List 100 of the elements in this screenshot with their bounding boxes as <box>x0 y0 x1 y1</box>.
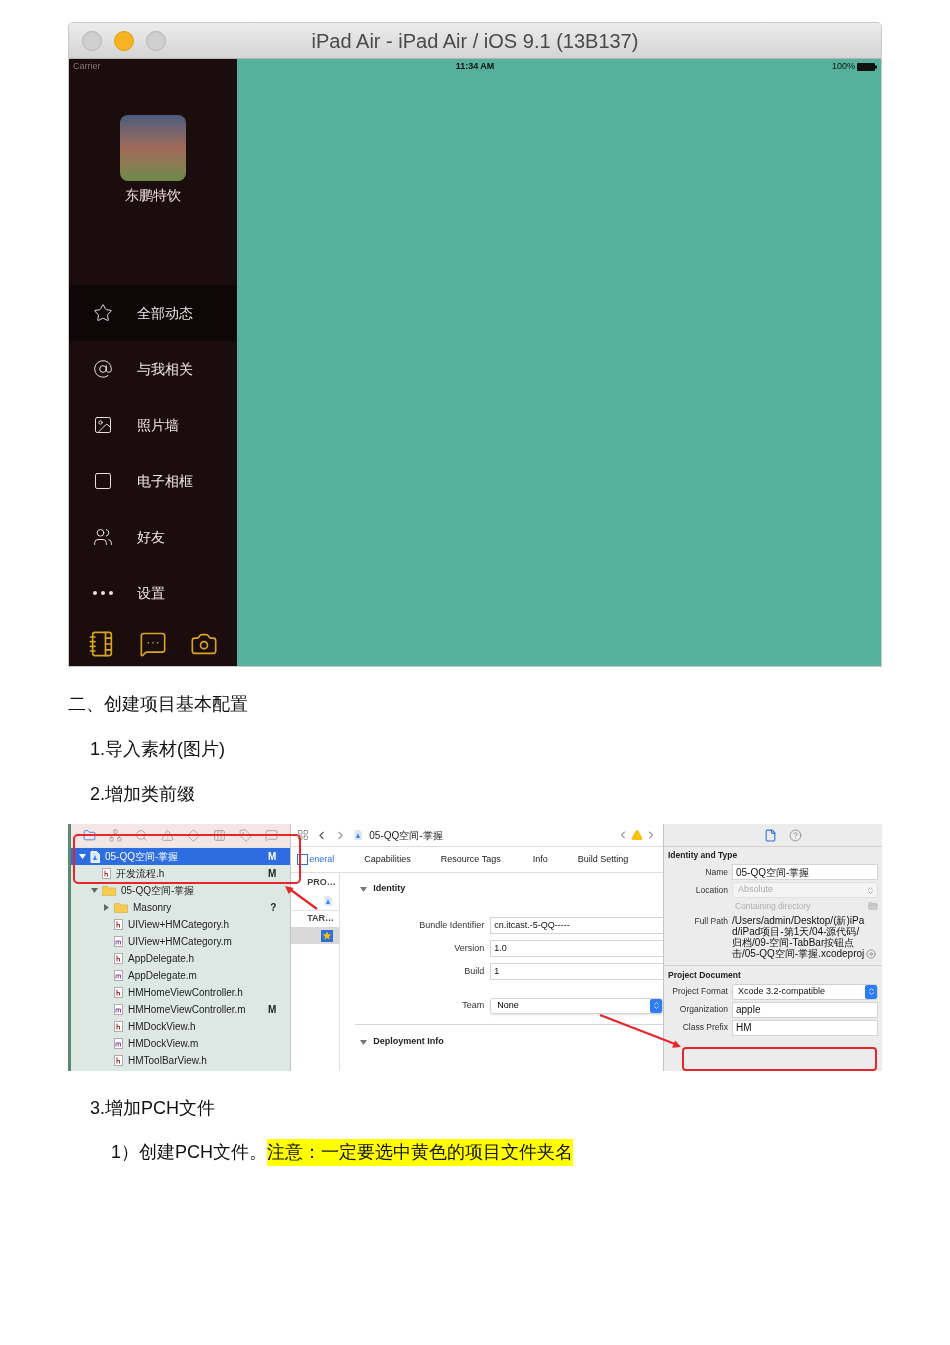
people-icon <box>93 527 113 547</box>
menu-label: 与我相关 <box>137 359 193 379</box>
step-heading: 3.增加PCH文件 <box>90 1097 216 1120</box>
inspector-section-title: Project Document <box>668 968 742 982</box>
editor-tab[interactable]: Resource Tags <box>440 852 501 867</box>
inspector-text-field[interactable]: apple <box>732 1001 878 1018</box>
file-name: HMDockView.m <box>128 1037 199 1051</box>
file-name: 开发流程.h <box>116 867 165 881</box>
header-file-icon <box>114 1055 123 1066</box>
folder-icon[interactable] <box>83 829 97 842</box>
window-title: iPad Air - iPad Air / iOS 9.1 (13B137) <box>311 28 639 54</box>
clock: 11:34 AM <box>455 60 495 74</box>
text-field[interactable]: 1 <box>490 963 663 980</box>
field-label: Build <box>463 964 486 978</box>
more-icon <box>93 591 113 595</box>
file-name: HMDockView.h <box>128 1020 196 1034</box>
text-field[interactable]: cn.itcast.-5-QQ----- <box>490 917 663 934</box>
picture-icon <box>93 415 113 435</box>
hierarchy-icon[interactable] <box>109 829 123 842</box>
inspector-text-field[interactable]: 05-QQ空间-掌握 <box>732 864 878 880</box>
user-name: 东鹏特饮 <box>125 186 181 205</box>
menu-item[interactable]: 全部动态 <box>69 285 237 341</box>
expanded-triangle-icon[interactable] <box>360 885 368 893</box>
sidebar-toggle-icon[interactable] <box>297 854 309 865</box>
file-row[interactable]: UIView+HMCategory.h <box>71 916 291 933</box>
field-label: Bundle Identifier <box>418 918 486 932</box>
expanded-triangle-icon[interactable] <box>90 887 98 894</box>
status-label: M <box>267 850 277 864</box>
file-name: 05-QQ空间-掌握 <box>121 884 195 898</box>
at-sign-icon <box>93 359 113 379</box>
file-row[interactable]: HMHomeViewController.h <box>71 984 291 1001</box>
folder-icon <box>102 885 116 896</box>
header-file-icon <box>102 868 111 879</box>
header-file-icon <box>114 919 123 930</box>
full-path-text: /Users/admin/Desktop/(新)iPad/iPad项目-第1天/04-源代码/归档/09-空间-TabBar按钮点击/05-QQ空间-掌握.xcodeproj <box>732 914 866 959</box>
menu-item[interactable]: 与我相关 <box>69 341 237 397</box>
file-row[interactable]: HMDockView.m <box>71 1035 291 1052</box>
battery-icon <box>857 63 877 71</box>
file-row[interactable]: UIView+HMCategory.m <box>71 933 291 950</box>
inspector-text-field[interactable]: HM <box>732 1019 878 1036</box>
file-name: Masonry <box>133 901 172 915</box>
inspector-label: Full Path <box>693 914 729 928</box>
header-file-icon <box>114 987 123 998</box>
editor-tab[interactable]: eneral <box>309 852 335 867</box>
expanded-triangle-icon[interactable] <box>360 1038 368 1046</box>
status-label: M <box>267 1003 277 1017</box>
tag-icon[interactable] <box>238 829 252 842</box>
comment-icon[interactable] <box>264 829 278 842</box>
editor-tab[interactable]: Capabilities <box>364 852 411 867</box>
file-row[interactable]: HMDockView.h <box>71 1018 291 1035</box>
file-name: HMHomeViewController.h <box>128 986 243 1000</box>
target-group-label: PRO… <box>306 876 337 890</box>
menu-item[interactable]: 好友 <box>69 509 237 565</box>
breadcrumb[interactable]: 05-QQ空间-掌握 <box>369 827 443 843</box>
file-row[interactable]: 05-QQ空间-掌握 M <box>71 848 291 865</box>
menu-item[interactable]: 照片墙 <box>69 397 237 453</box>
file-name: AppDelegate.m <box>128 969 197 983</box>
file-row[interactable]: HMHomeViewController.m M <box>71 1001 291 1018</box>
collapsed-triangle-icon[interactable] <box>102 904 110 911</box>
warning-icon[interactable] <box>161 829 175 842</box>
file-name: UIView+HMCategory.m <box>128 935 232 949</box>
menu-label: 设置 <box>137 583 165 603</box>
field-label: Team <box>461 998 486 1012</box>
star-icon <box>93 303 113 323</box>
menu-item[interactable]: 电子相框 <box>69 453 237 509</box>
file-name: AppDelegate.h <box>128 952 195 966</box>
team-dropdown[interactable]: None <box>490 997 663 1014</box>
text-field[interactable]: 1.0 <box>490 940 663 957</box>
project-file-icon <box>353 829 364 841</box>
grid-icon[interactable] <box>297 829 310 841</box>
step-heading: 2.增加类前缀 <box>90 783 196 806</box>
file-row[interactable]: 开发流程.h M <box>71 865 291 882</box>
editor-tab[interactable]: Build Setting <box>577 852 629 867</box>
field-label: Version <box>453 941 486 955</box>
expanded-triangle-icon[interactable] <box>78 853 86 860</box>
file-inspector-icon[interactable] <box>764 828 777 842</box>
section-heading: 二、创建项目基本配置 <box>68 693 249 716</box>
inspector-dropdown[interactable]: Xcode 3.2-compatible <box>732 983 878 1000</box>
battery-percent: 100% <box>831 60 855 74</box>
status-label: ? <box>270 901 277 915</box>
menu-item[interactable]: 设置 <box>69 565 237 621</box>
editor-tab[interactable]: Info <box>532 852 548 867</box>
diamond-icon[interactable] <box>187 829 201 842</box>
stepper-icon <box>865 984 877 999</box>
section-title: Deployment Info <box>373 1035 444 1049</box>
status-label: M <box>267 867 277 881</box>
inspector-label: Location <box>694 883 729 897</box>
file-row[interactable]: Masonry ? <box>71 899 291 916</box>
stepper-icon <box>866 885 875 895</box>
inspector-label: Class Prefix <box>681 1021 729 1035</box>
columns-icon[interactable] <box>213 829 226 842</box>
target-row[interactable] <box>291 927 340 944</box>
file-row[interactable]: HMToolBarView.h <box>71 1052 291 1069</box>
file-row[interactable]: AppDelegate.m <box>71 967 291 984</box>
search-icon[interactable] <box>135 829 149 842</box>
highlighted-note: 注意：一定要选中黄色的项目文件夹名 <box>267 1139 573 1166</box>
step-heading: 1.导入素材(图片) <box>90 738 226 761</box>
file-row[interactable]: 05-QQ空间-掌握 <box>71 882 291 899</box>
help-icon[interactable] <box>789 828 802 842</box>
file-row[interactable]: AppDelegate.h <box>71 950 291 967</box>
